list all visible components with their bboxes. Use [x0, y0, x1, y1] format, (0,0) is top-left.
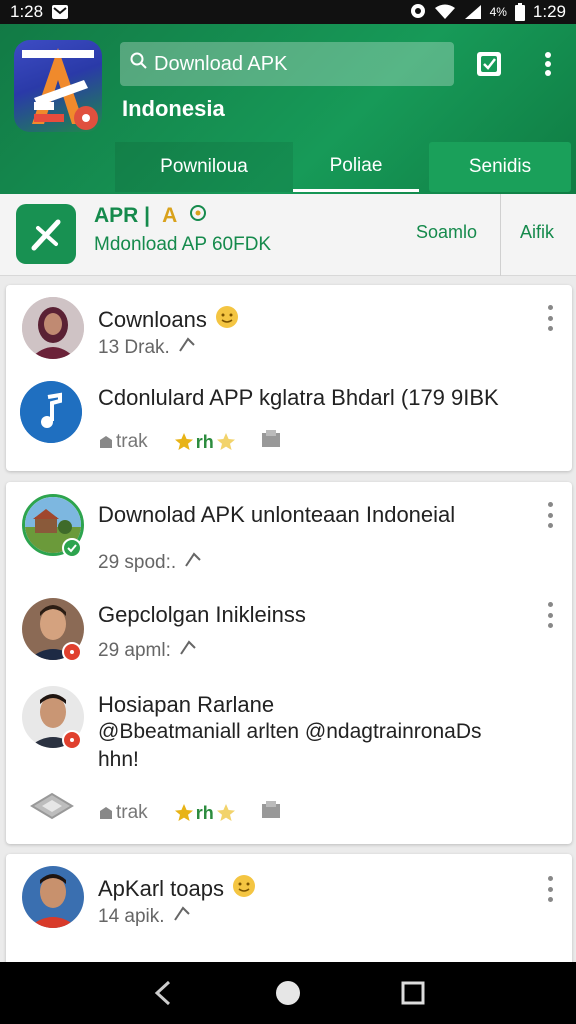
share-icon[interactable] — [178, 337, 196, 359]
featured-link-1[interactable]: Soamlo — [416, 222, 477, 243]
featured-title-row: APR | A — [94, 204, 207, 228]
music-app-icon[interactable] — [20, 381, 82, 443]
item-subtitle-row: 14 apik. — [98, 906, 191, 928]
tab-trending[interactable]: Senidis — [429, 142, 571, 192]
item-title: Hosiapan Rarlane — [98, 692, 275, 717]
status-left: 1:28 — [10, 2, 69, 22]
emoji-smile-icon — [232, 874, 256, 904]
featured-title: APR | — [94, 204, 151, 227]
action-track[interactable]: trak — [98, 431, 148, 453]
item-title-row: Cownloans — [98, 305, 239, 335]
featured-divider — [500, 194, 501, 276]
item-subtitle: 29 apml: — [98, 640, 171, 661]
featured-app-icon — [16, 204, 76, 264]
tab-popular[interactable]: Poliae — [293, 142, 419, 192]
mail-notification-icon — [51, 4, 69, 20]
system-nav-bar — [0, 962, 576, 1024]
notification-badge-icon — [62, 730, 82, 750]
tab-downloads[interactable]: Powniloua — [115, 142, 293, 192]
item-title-row: ApKarl toaps — [98, 874, 256, 904]
card-actions: trak rh — [98, 800, 282, 826]
item-subtitle-row: 29 apml: — [98, 640, 197, 662]
featured-app-strip[interactable]: APR | A Mdonload AP 60FDK Soamlo Aifik — [0, 194, 576, 276]
item-title: Gepclolgan Inikleinss — [98, 602, 306, 627]
share-icon[interactable] — [179, 640, 197, 662]
bookmark-icon[interactable] — [260, 429, 282, 455]
location-icon — [410, 3, 426, 21]
status-bar: 1:28 4% 1:29 — [0, 0, 576, 24]
featured-link-2[interactable]: Aifik — [520, 222, 554, 243]
status-time-right: 1:29 — [532, 2, 566, 21]
card-actions: trak rh — [98, 429, 282, 455]
app-logo[interactable] — [14, 40, 102, 132]
battery-icon — [514, 3, 525, 21]
item-body-cont: hhn! — [98, 748, 139, 771]
item-body: @Bbeatmaniall arlten @ndagtrainronaDs — [98, 720, 482, 743]
item-title: ApKarl toaps — [98, 876, 224, 901]
status-right: 4% 1:29 — [410, 2, 566, 22]
battery-percent: 4% — [489, 5, 507, 19]
verified-badge-icon — [62, 538, 82, 558]
featured-badge: A — [162, 204, 178, 227]
tab-bar: Powniloua Poliae Senidis — [115, 142, 571, 192]
feed-card-2: Downolad APK unlonteaan Indoneial 29 spo… — [6, 482, 572, 844]
action-track-label: trak — [116, 431, 148, 452]
item-subtitle: 14 apik. — [98, 906, 165, 927]
recents-button[interactable] — [393, 973, 433, 1013]
item-subtitle: 13 Drak. — [98, 337, 170, 358]
app-header: Indonesia Powniloua Poliae Senidis — [0, 24, 576, 194]
share-icon[interactable] — [184, 552, 202, 574]
search-box[interactable] — [120, 42, 454, 86]
search-input[interactable] — [154, 52, 434, 76]
notification-badge-icon — [62, 642, 82, 662]
back-button[interactable] — [143, 973, 183, 1013]
item-menu-button[interactable] — [540, 876, 560, 902]
home-button[interactable] — [268, 973, 308, 1013]
package-icon — [28, 790, 76, 829]
action-track-label: trak — [116, 802, 148, 823]
share-icon[interactable] — [173, 906, 191, 928]
status-time-left: 1:28 — [10, 2, 44, 21]
bookmark-icon[interactable] — [260, 800, 282, 826]
item-subtitle: 29 spod:. — [98, 552, 177, 573]
item-menu-button[interactable] — [540, 602, 560, 628]
wifi-icon — [434, 4, 456, 20]
avatar[interactable] — [22, 297, 84, 359]
avatar[interactable] — [22, 866, 84, 928]
featured-info-icon — [189, 204, 207, 228]
featured-subtitle: Mdonload AP 60FDK — [94, 234, 272, 255]
emoji-smile-icon — [215, 305, 239, 335]
item-title: Cdonlulard APP kglatra Bhdarl (179 9IBK — [98, 385, 499, 410]
overflow-menu-button[interactable] — [530, 46, 566, 82]
action-track[interactable]: trak — [98, 802, 148, 824]
rating[interactable]: rh — [174, 803, 236, 824]
region-label: Indonesia — [122, 96, 225, 121]
signal-icon — [464, 4, 482, 20]
item-menu-button[interactable] — [540, 305, 560, 331]
feed-card-1: Cownloans 13 Drak. Cdonlulard APP kglatr… — [6, 285, 572, 471]
item-title: Downolad APK unlonteaan Indoneial — [98, 502, 456, 527]
item-subtitle-row: 29 spod:. — [98, 552, 202, 574]
install-badge-button[interactable] — [471, 46, 507, 82]
rating[interactable]: rh — [174, 432, 236, 453]
search-icon — [130, 52, 148, 76]
feed-card-3: ApKarl toaps 14 apik. — [6, 854, 572, 974]
item-title: Cownloans — [98, 307, 207, 332]
item-subtitle-row: 13 Drak. — [98, 337, 196, 359]
item-menu-button[interactable] — [540, 502, 560, 528]
rating-text: rh — [195, 431, 214, 452]
rating-text: rh — [195, 802, 214, 823]
